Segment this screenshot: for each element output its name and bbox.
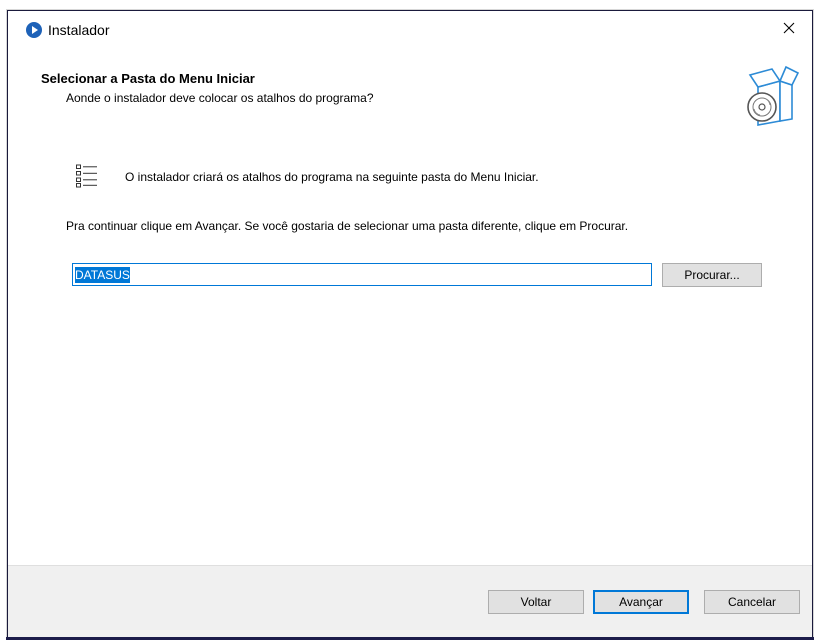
next-button[interactable]: Avançar — [593, 590, 689, 614]
wizard-footer: Voltar Avançar Cancelar — [8, 565, 812, 637]
software-box-icon — [747, 65, 800, 126]
start-menu-folder-input[interactable]: DATASUS — [72, 263, 652, 286]
cancel-button[interactable]: Cancelar — [704, 590, 800, 614]
wizard-header: Selecionar a Pasta do Menu Iniciar Aonde… — [8, 45, 812, 126]
window-title: Instalador — [48, 22, 110, 38]
page-title: Selecionar a Pasta do Menu Iniciar — [41, 71, 255, 86]
installer-window: Instalador Selecionar a Pasta do Menu In… — [6, 10, 814, 640]
installer-app-icon — [26, 22, 42, 38]
wizard-body: O instalador criará os atalhos do progra… — [8, 121, 812, 561]
close-icon — [783, 22, 795, 34]
folder-input-value: DATASUS — [75, 266, 130, 283]
info-text: O instalador criará os atalhos do progra… — [125, 170, 539, 184]
title-bar: Instalador — [8, 11, 812, 45]
browse-button[interactable]: Procurar... — [662, 263, 762, 287]
close-button[interactable] — [766, 11, 812, 45]
instruction-text: Pra continuar clique em Avançar. Se você… — [66, 219, 629, 233]
back-button[interactable]: Voltar — [488, 590, 584, 614]
shortcut-list-icon — [76, 164, 97, 188]
page-subtitle: Aonde o instalador deve colocar os atalh… — [66, 91, 374, 105]
